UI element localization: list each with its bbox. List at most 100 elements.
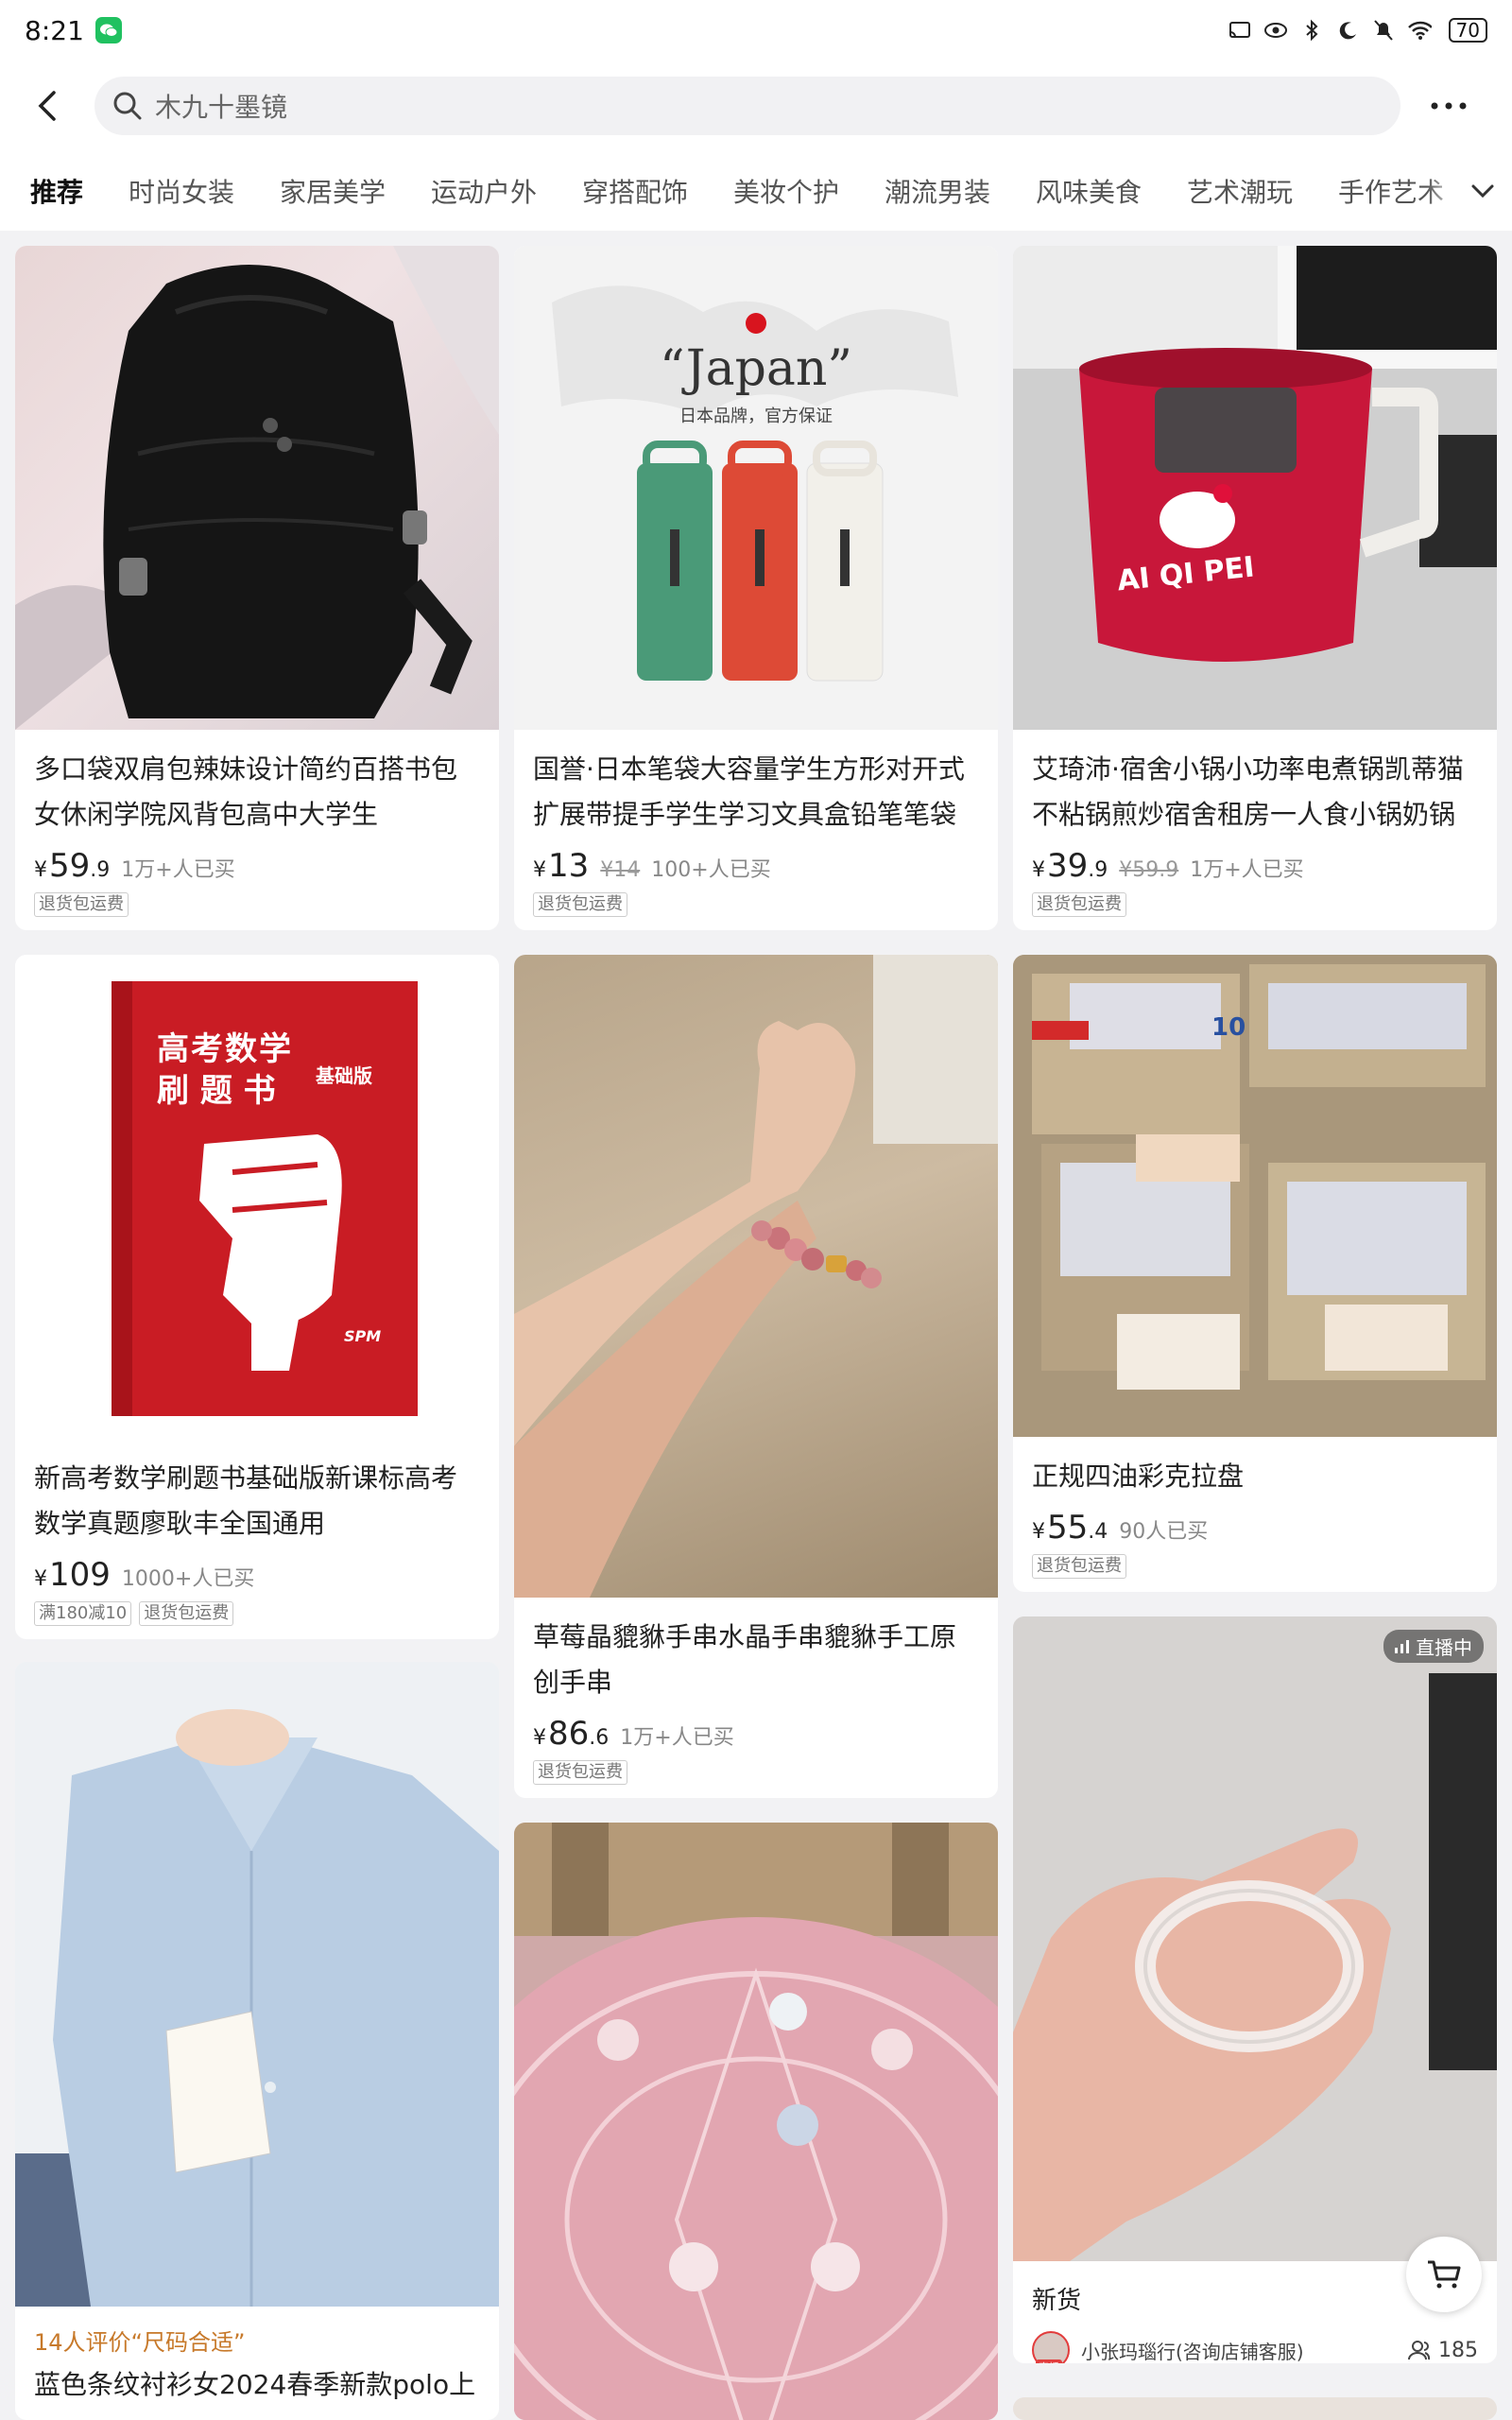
product-image: 高考数学 刷 题 书 基础版 SPM xyxy=(15,955,499,1439)
search-placeholder: 木九十墨镜 xyxy=(155,92,288,123)
product-image xyxy=(514,1823,998,2420)
product-card[interactable]: 多口袋双肩包辣妹设计简约百搭书包女休闲学院风背包高中大学生 ¥ 59 .9 1万… xyxy=(15,246,499,930)
tag-discount: 满180减10 xyxy=(34,1601,132,1626)
price-decimal: .4 xyxy=(1088,1520,1108,1544)
book-title-line2: 刷 题 书 xyxy=(157,1072,276,1110)
original-price: ¥14 xyxy=(600,858,641,882)
product-title: 草莓晶貔貅手串水晶手串貔貅手工原创手串 xyxy=(533,1621,957,1698)
product-image xyxy=(15,1662,499,2307)
product-title: 新高考数学刷题书基础版新课标高考数学真题廖耿丰全国通用 xyxy=(34,1462,458,1539)
viewer-count-text: 185 xyxy=(1438,2338,1478,2362)
product-image xyxy=(15,246,499,730)
shop-name[interactable]: 小张玛瑙行(咨询店铺客服) xyxy=(1081,2337,1304,2364)
sold-count: 90人已买 xyxy=(1119,1520,1209,1544)
more-dots-icon xyxy=(1431,102,1467,110)
product-title: 艾琦沛·宿舍小锅小功率电煮锅凯蒂猫不粘锅煎炒宿舍租房一人食小锅奶锅 xyxy=(1032,753,1464,830)
shop-avatar[interactable]: 直播 xyxy=(1032,2331,1070,2363)
wechat-notification-icon xyxy=(94,17,122,43)
tag-free-return: 退货包运费 xyxy=(1032,1554,1126,1579)
currency-symbol: ¥ xyxy=(1032,1520,1045,1544)
tab-food[interactable]: 风味美食 xyxy=(1036,172,1142,210)
currency-symbol: ¥ xyxy=(34,1567,47,1591)
product-card[interactable]: 高考数学 刷 题 书 基础版 SPM 新高考数学刷题书基础版新课标高考数学真题廖… xyxy=(15,955,499,1639)
price-decimal: .6 xyxy=(589,1726,610,1750)
price-row: ¥ 86 .6 1万+人已买 xyxy=(533,1715,979,1753)
product-card[interactable] xyxy=(514,1823,998,2420)
tab-home[interactable]: 家居美学 xyxy=(280,172,386,210)
sold-count: 1万+人已买 xyxy=(121,858,235,882)
product-card[interactable]: 草莓晶貔貅手串水晶手串貔貅手工原创手串 ¥ 86 .6 1万+人已买 退货包运费 xyxy=(514,955,998,1798)
bluetooth-icon xyxy=(1299,18,1324,43)
back-button[interactable] xyxy=(9,68,85,144)
live-badge: 直播中 xyxy=(1383,1630,1484,1663)
product-card[interactable]: 10 正规四油彩克拉盘 ¥ 55 .4 90人已买 退货包运费 xyxy=(1013,955,1497,1592)
price-row: ¥ 55 .4 90人已买 xyxy=(1032,1509,1478,1547)
price-row: ¥ 59 .9 1万+人已买 xyxy=(34,847,480,885)
tag-free-return: 退货包运费 xyxy=(34,892,129,917)
original-price: ¥59.9 xyxy=(1119,858,1179,882)
chevron-down-icon xyxy=(1471,184,1494,199)
tab-recommend[interactable]: 推荐 xyxy=(30,172,83,210)
image-brand-text: “Japan” xyxy=(660,340,852,397)
tab-beauty[interactable]: 美妆个护 xyxy=(733,172,839,210)
search-icon xyxy=(113,92,142,120)
mute-bell-icon xyxy=(1371,18,1396,43)
book-title-line1: 高考数学 xyxy=(157,1030,293,1068)
tabs-expand-button[interactable] xyxy=(1427,151,1512,231)
tab-sports[interactable]: 运动户外 xyxy=(431,172,537,210)
viewer-count: 185 xyxy=(1408,2339,1478,2362)
currency-symbol: ¥ xyxy=(34,858,47,882)
cast-icon xyxy=(1228,18,1252,43)
sold-count: 100+人已买 xyxy=(651,858,771,882)
status-icons: 70 xyxy=(1228,18,1487,43)
eye-icon xyxy=(1263,18,1288,43)
review-highlight: 14人评价“尺码合适” xyxy=(34,2329,246,2356)
product-card-next[interactable] xyxy=(1013,2397,1497,2420)
cart-button[interactable] xyxy=(1406,2237,1482,2312)
top-bar: 木九十墨镜 xyxy=(0,60,1512,151)
viewers-icon xyxy=(1408,2341,1431,2360)
search-input[interactable]: 木九十墨镜 xyxy=(94,77,1400,135)
tab-art-toys[interactable]: 艺术潮玩 xyxy=(1187,172,1293,210)
price-row: ¥ 109 1000+人已买 xyxy=(34,1556,480,1594)
product-title: 多口袋双肩包辣妹设计简约百搭书包女休闲学院风背包高中大学生 xyxy=(34,753,458,830)
price-integer: 55 xyxy=(1047,1509,1089,1547)
tab-fashion-women[interactable]: 时尚女装 xyxy=(129,172,234,210)
price-row: ¥ 39 .9 ¥59.9 1万+人已买 xyxy=(1032,847,1478,885)
product-title: 正规四油彩克拉盘 xyxy=(1032,1461,1245,1492)
product-image: 10 xyxy=(1013,955,1497,1437)
currency-symbol: ¥ xyxy=(533,858,546,882)
moon-icon xyxy=(1335,18,1360,43)
price-integer: 39 xyxy=(1047,847,1089,885)
more-options-button[interactable] xyxy=(1416,73,1482,139)
product-title: 国誉·日本笔袋大容量学生方形对开式扩展带提手学生学习文具盒铅笔笔袋 xyxy=(533,753,965,830)
back-arrow-icon xyxy=(38,91,56,121)
category-tabs: 推荐 时尚女装 家居美学 运动户外 穿搭配饰 美妆个护 潮流男装 风味美食 艺术… xyxy=(0,151,1512,231)
price-integer: 59 xyxy=(49,847,91,885)
product-image xyxy=(514,955,998,1598)
sold-count: 1万+人已买 xyxy=(620,1726,734,1750)
tab-men[interactable]: 潮流男装 xyxy=(885,172,990,210)
product-card[interactable]: AI QI PEI 艾琦沛·宿舍小锅小功率电煮锅凯蒂猫不粘锅煎炒宿舍租房一人食小… xyxy=(1013,246,1497,930)
product-title: 蓝色条纹衬衫女2024春季新款polo上 xyxy=(34,2369,476,2400)
status-bar: 8:21 70 xyxy=(0,0,1512,60)
wifi-icon xyxy=(1407,18,1432,43)
image-sub-text: 日本品牌，官方保证 xyxy=(679,406,833,426)
status-time: 8:21 xyxy=(25,14,84,46)
sold-count: 1万+人已买 xyxy=(1190,858,1304,882)
product-card[interactable]: 14人评价“尺码合适” 蓝色条纹衬衫女2024春季新款polo上 xyxy=(15,1662,499,2420)
box-number-text: 10 xyxy=(1211,1013,1246,1042)
product-image: AI QI PEI xyxy=(1013,246,1497,730)
tab-accessories[interactable]: 穿搭配饰 xyxy=(582,172,688,210)
currency-symbol: ¥ xyxy=(1032,858,1045,882)
price-integer: 86 xyxy=(548,1715,590,1753)
price-decimal: .9 xyxy=(1088,858,1108,882)
tag-free-return: 退货包运费 xyxy=(139,1601,234,1626)
tag-free-return: 退货包运费 xyxy=(1032,892,1126,917)
product-card[interactable]: “Japan” 日本品牌，官方保证 国誉·日本笔袋大容量学生方形对开式扩展带提手… xyxy=(514,246,998,930)
price-decimal: .9 xyxy=(90,858,111,882)
cart-icon xyxy=(1428,2260,1461,2289)
book-publisher: SPM xyxy=(344,1327,382,1345)
tag-free-return: 退货包运费 xyxy=(533,892,627,917)
product-image: “Japan” 日本品牌，官方保证 xyxy=(514,246,998,730)
